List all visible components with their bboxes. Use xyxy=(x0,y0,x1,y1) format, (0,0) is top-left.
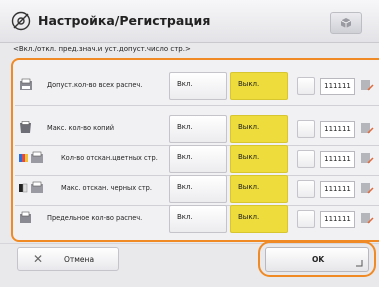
off-button[interactable]: Выкл. xyxy=(230,145,288,173)
ok-button[interactable]: OK xyxy=(265,247,369,272)
gear-wrench-icon xyxy=(11,11,31,31)
cancel-label: Отмена xyxy=(64,255,95,264)
toggle-button[interactable] xyxy=(297,210,315,228)
count-input[interactable]: 111111 xyxy=(320,78,355,95)
counter-icon xyxy=(361,153,374,164)
close-icon: ✕ xyxy=(33,252,44,266)
corner-arrow-icon xyxy=(356,260,363,267)
on-button[interactable]: Вкл. xyxy=(169,205,227,233)
toggle-button[interactable] xyxy=(297,180,315,198)
title-bar: Настройка/Регистрация xyxy=(0,0,379,43)
header-button[interactable] xyxy=(330,12,362,34)
on-button[interactable]: Вкл. xyxy=(169,72,227,100)
off-button[interactable]: Выкл. xyxy=(230,72,288,100)
row-label: Предельное кол-во распеч. xyxy=(47,214,143,222)
row-label: Макс. кол-во копий xyxy=(47,124,115,132)
count-input[interactable]: 111111 xyxy=(320,151,355,168)
off-button[interactable]: Выкл. xyxy=(230,115,288,143)
counter-icon xyxy=(361,80,374,91)
cancel-button[interactable]: ✕ Отмена xyxy=(17,247,119,271)
cube-icon xyxy=(340,18,352,28)
page-title: Настройка/Регистрация xyxy=(38,13,211,28)
counter-icon xyxy=(361,183,374,194)
bw-scan-icon xyxy=(19,181,43,193)
setting-row-print-all: Допуст.кол-во всех распеч. Вкл. Выкл. 11… xyxy=(15,72,379,100)
row-label: Допуст.кол-во всех распеч. xyxy=(47,81,143,89)
counter-icon xyxy=(361,123,374,134)
count-input[interactable]: 111111 xyxy=(320,211,355,228)
count-input[interactable]: 111111 xyxy=(320,121,355,138)
color-scan-icon xyxy=(19,151,43,163)
toggle-button[interactable] xyxy=(297,150,315,168)
on-button[interactable]: Вкл. xyxy=(169,115,227,143)
row-divider xyxy=(15,105,379,106)
toggle-button[interactable] xyxy=(297,77,315,95)
on-button[interactable]: Вкл. xyxy=(169,145,227,173)
setting-row-print-limit: Предельное кол-во распеч. Вкл. Выкл. 111… xyxy=(15,205,379,233)
ok-label: OK xyxy=(312,255,325,264)
setting-row-copies: Макс. кол-во копий Вкл. Выкл. 111111 xyxy=(15,115,379,143)
off-button[interactable]: Выкл. xyxy=(230,205,288,233)
counter-icon xyxy=(361,213,374,224)
subtitle: <Вкл./откл. пред.знач.и уст.допуст.число… xyxy=(13,45,191,53)
setting-row-bw-scan: Макс. отскан. черных стр. Вкл. Выкл. 111… xyxy=(15,175,379,203)
toggle-button[interactable] xyxy=(297,120,315,138)
row-label: Кол-во отскан.цветных стр. xyxy=(61,154,158,162)
count-input[interactable]: 111111 xyxy=(320,181,355,198)
row-label: Макс. отскан. черных стр. xyxy=(61,184,152,192)
on-button[interactable]: Вкл. xyxy=(169,175,227,203)
setting-row-color-scan: Кол-во отскан.цветных стр. Вкл. Выкл. 11… xyxy=(15,145,379,173)
off-button[interactable]: Выкл. xyxy=(230,175,288,203)
